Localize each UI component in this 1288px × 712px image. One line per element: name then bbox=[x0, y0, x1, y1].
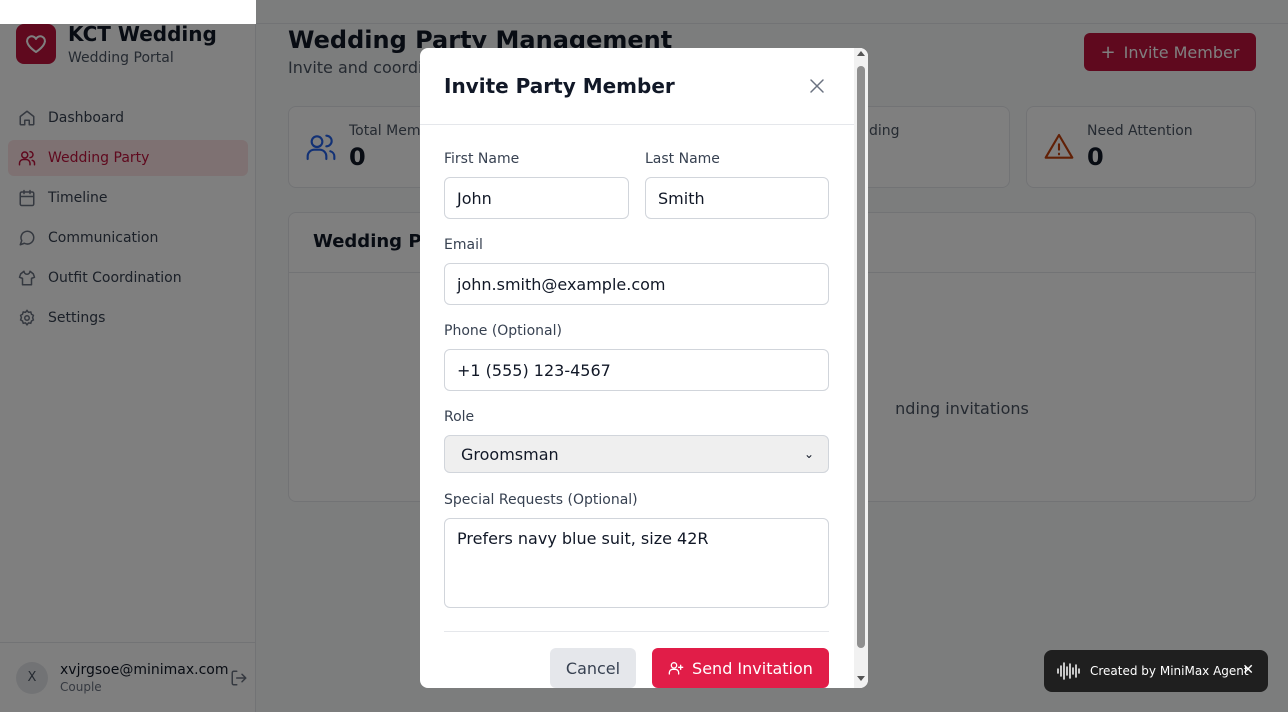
soundwave-icon bbox=[1057, 662, 1080, 680]
role-selected-value: Groomsman bbox=[461, 444, 559, 464]
phone-label: Phone (Optional) bbox=[444, 323, 562, 339]
last-name-label: Last Name bbox=[645, 151, 720, 167]
close-icon[interactable]: ✕ bbox=[1242, 662, 1254, 678]
close-icon[interactable] bbox=[808, 77, 826, 95]
modal-footer-divider bbox=[444, 631, 829, 632]
phone-field[interactable]: +1 (555) 123-4567 bbox=[444, 349, 829, 391]
special-requests-textarea[interactable]: Prefers navy blue suit, size 42R bbox=[444, 518, 829, 608]
scroll-up-arrow-icon[interactable] bbox=[857, 51, 865, 56]
invite-party-member-modal: Invite Party Member First Name John Last… bbox=[420, 48, 868, 688]
top-left-strip bbox=[0, 0, 256, 24]
modal-scrollbar[interactable] bbox=[854, 48, 868, 688]
scroll-down-arrow-icon[interactable] bbox=[857, 676, 865, 681]
role-select[interactable]: Groomsman ⌄ bbox=[444, 435, 829, 473]
first-name-field[interactable]: John bbox=[444, 177, 629, 219]
minimax-badge: Created by MiniMax Agent ✕ bbox=[1044, 650, 1268, 692]
first-name-label: First Name bbox=[444, 151, 520, 167]
chevron-down-icon: ⌄ bbox=[803, 447, 814, 461]
role-label: Role bbox=[444, 409, 475, 425]
scrollbar-thumb[interactable] bbox=[857, 66, 865, 648]
send-invitation-label: Send Invitation bbox=[692, 658, 813, 678]
email-label: Email bbox=[444, 237, 483, 253]
last-name-field[interactable]: Smith bbox=[645, 177, 829, 219]
send-invitation-button[interactable]: Send Invitation bbox=[652, 648, 829, 688]
special-requests-label: Special Requests (Optional) bbox=[444, 492, 638, 508]
user-plus-icon bbox=[668, 662, 684, 675]
cancel-button[interactable]: Cancel bbox=[550, 648, 636, 688]
modal-header: Invite Party Member bbox=[420, 48, 854, 125]
email-field[interactable]: john.smith@example.com bbox=[444, 263, 829, 305]
modal-title: Invite Party Member bbox=[444, 74, 675, 98]
badge-text: Created by MiniMax Agent bbox=[1090, 664, 1249, 678]
